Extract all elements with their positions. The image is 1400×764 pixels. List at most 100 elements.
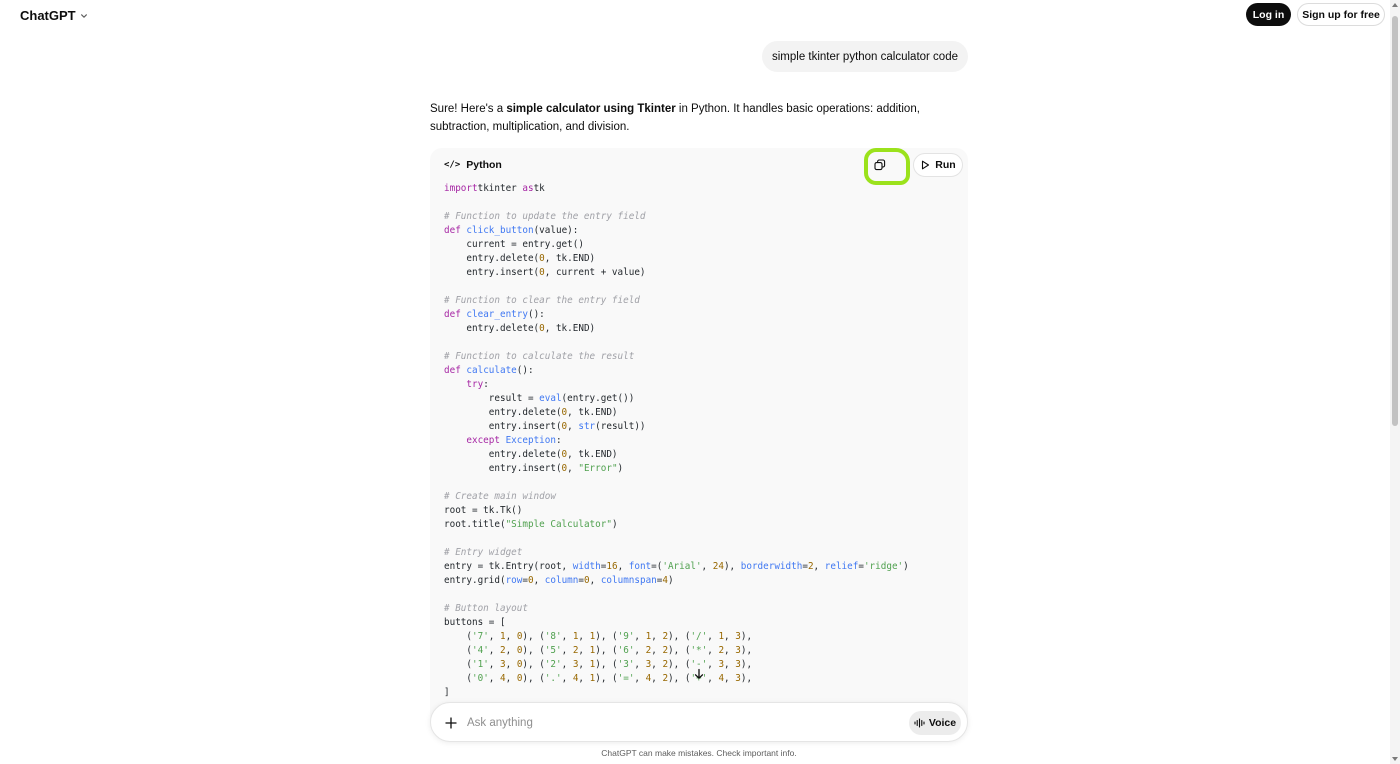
code-token: def <box>444 365 461 376</box>
code-line: entry.insert(0, str(result)) <box>444 420 909 434</box>
code-line: def click_button(value): <box>444 224 909 238</box>
code-token: (entry.get()) <box>561 393 635 404</box>
code-token: '1' <box>472 659 489 670</box>
code-line: try: <box>444 378 909 392</box>
code-token: "Error" <box>578 463 618 474</box>
code-content: importtkinter astk # Function to update … <box>444 182 909 700</box>
code-line: # Function to clear the entry field <box>444 294 909 308</box>
code-token: , <box>589 575 601 586</box>
code-token: buttons = [ <box>444 617 506 628</box>
code-token: current = entry.get() <box>444 239 584 250</box>
model-selector[interactable]: ChatGPT <box>20 8 88 23</box>
code-token: ), ( <box>595 645 618 656</box>
assistant-reply: Sure! Here's a simple calculator using T… <box>430 100 970 136</box>
code-token: try <box>444 379 484 390</box>
arrow-down-icon <box>694 668 704 679</box>
code-token: '0' <box>472 673 489 684</box>
code-token: # Function to calculate the result <box>444 351 635 362</box>
code-token: str <box>578 421 596 432</box>
code-token: , <box>617 561 629 572</box>
code-token: '8' <box>544 631 562 642</box>
code-line: current = entry.get() <box>444 238 909 252</box>
code-token: # Function to clear the entry field <box>444 295 640 306</box>
voice-button[interactable]: Voice <box>909 711 961 735</box>
code-token: root = tk.Tk() <box>444 505 523 516</box>
scroll-up-arrow-icon[interactable] <box>1392 3 1398 7</box>
code-token: entry.delete( <box>444 323 540 334</box>
run-label: Run <box>935 159 956 171</box>
code-token: (): <box>527 309 545 320</box>
code-token: borderwidth <box>740 561 803 572</box>
scroll-down-arrow-icon[interactable] <box>1392 757 1398 761</box>
code-token: , <box>505 673 517 684</box>
code-token: , tk.END) <box>567 407 618 418</box>
code-token: entry.insert( <box>444 267 540 278</box>
code-token: , <box>561 673 573 684</box>
code-token: ), <box>723 561 741 572</box>
code-token: , <box>651 673 663 684</box>
code-token: 'Arial' <box>662 561 702 572</box>
code-line: entry.insert(0, current + value) <box>444 266 909 280</box>
attach-button[interactable] <box>441 713 461 733</box>
code-token: entry.delete( <box>444 449 562 460</box>
code-line: root.title("Simple Calculator") <box>444 518 909 532</box>
log-in-button[interactable]: Log in <box>1246 3 1291 26</box>
code-token: , <box>505 645 517 656</box>
code-token: '3' <box>617 659 635 670</box>
copy-code-button[interactable] <box>871 156 889 174</box>
code-line: entry.delete(0, tk.END) <box>444 322 909 336</box>
code-token: "Simple Calculator" <box>505 519 612 530</box>
code-token: , tk.END) <box>544 323 596 334</box>
code-token: '9' <box>617 631 635 642</box>
ask-input[interactable] <box>467 711 897 735</box>
code-line: ] <box>444 686 909 700</box>
play-icon <box>922 160 930 170</box>
code-line: # Create main window <box>444 490 909 504</box>
code-token: , <box>634 659 646 670</box>
code-line: buttons = [ <box>444 616 909 630</box>
voice-label: Voice <box>928 717 957 729</box>
code-token: , <box>701 561 713 572</box>
code-token: ( <box>444 631 472 642</box>
code-token: # Function to update the entry field <box>444 211 646 222</box>
code-token: ] <box>444 687 450 698</box>
code-token: result = <box>444 393 540 404</box>
code-token: '.' <box>544 673 562 684</box>
code-token: # Button layout <box>444 603 528 614</box>
code-token: : <box>555 435 562 446</box>
code-token: '=' <box>617 673 635 684</box>
code-token: , <box>578 659 590 670</box>
code-token: , <box>488 673 500 684</box>
chevron-down-icon <box>80 13 87 18</box>
code-token: ) <box>668 575 674 586</box>
code-line: entry.delete(0, tk.END) <box>444 252 909 266</box>
plus-icon <box>445 717 457 729</box>
code-token: ), <box>740 631 753 642</box>
code-token: def <box>444 309 461 320</box>
code-line: entry.delete(0, tk.END) <box>444 448 909 462</box>
page-scrollbar[interactable] <box>1390 0 1400 764</box>
code-line: importtkinter astk <box>444 182 909 196</box>
code-token: ( <box>444 645 472 656</box>
code-token: , <box>813 561 825 572</box>
code-token: ), <box>740 645 753 656</box>
sign-up-button[interactable]: Sign up for free <box>1297 3 1385 26</box>
code-token: tkinter <box>477 183 517 194</box>
scrollbar-thumb[interactable] <box>1392 16 1398 426</box>
code-line: ('7', 1, 0), ('8', 1, 1), ('9', 1, 2), (… <box>444 630 909 644</box>
code-token: ), <box>740 673 753 684</box>
code-token: , <box>724 631 736 642</box>
code-token: , <box>567 463 579 474</box>
code-token: , <box>561 631 573 642</box>
code-token: 24 <box>712 561 724 572</box>
run-code-button[interactable]: Run <box>913 153 963 177</box>
code-token: clear_entry <box>466 309 528 320</box>
scroll-to-bottom-button[interactable] <box>688 663 710 685</box>
code-language: Python <box>466 159 502 171</box>
code-token: except <box>444 435 500 446</box>
code-token: ), ( <box>595 631 618 642</box>
code-line: # Function to calculate the result <box>444 350 909 364</box>
